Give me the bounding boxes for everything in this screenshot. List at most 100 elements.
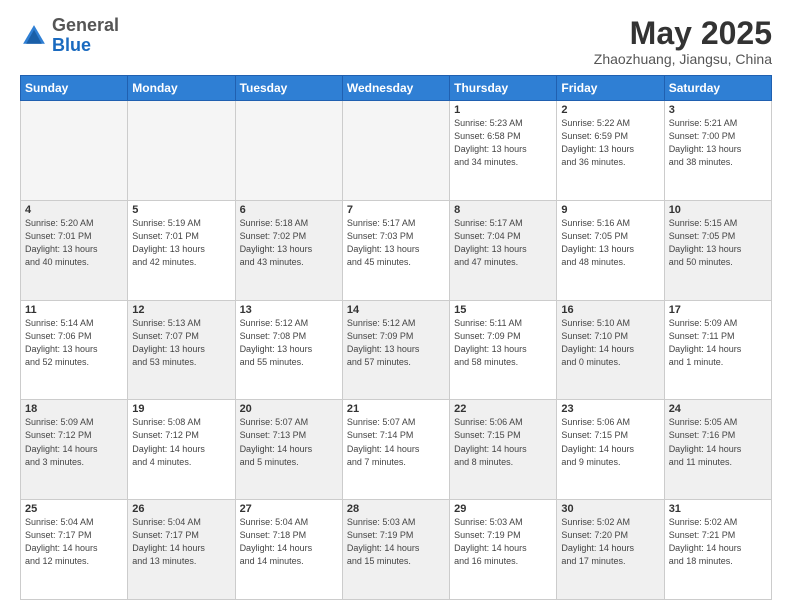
day-number: 1 [454, 104, 552, 116]
day-info: Sunrise: 5:03 AM Sunset: 7:19 PM Dayligh… [347, 516, 445, 568]
calendar-cell: 9Sunrise: 5:16 AM Sunset: 7:05 PM Daylig… [557, 200, 664, 300]
calendar-cell: 28Sunrise: 5:03 AM Sunset: 7:19 PM Dayli… [342, 500, 449, 600]
day-info: Sunrise: 5:07 AM Sunset: 7:14 PM Dayligh… [347, 416, 445, 468]
day-number: 2 [561, 104, 659, 116]
day-number: 14 [347, 304, 445, 316]
page: General Blue May 2025 Zhaozhuang, Jiangs… [0, 0, 792, 612]
weekday-header: Saturday [664, 76, 771, 101]
day-number: 6 [240, 204, 338, 216]
weekday-header: Friday [557, 76, 664, 101]
day-info: Sunrise: 5:12 AM Sunset: 7:09 PM Dayligh… [347, 317, 445, 369]
day-number: 18 [25, 403, 123, 415]
day-number: 31 [669, 503, 767, 515]
day-number: 7 [347, 204, 445, 216]
weekday-header: Tuesday [235, 76, 342, 101]
calendar-table: SundayMondayTuesdayWednesdayThursdayFrid… [20, 75, 772, 600]
day-info: Sunrise: 5:15 AM Sunset: 7:05 PM Dayligh… [669, 217, 767, 269]
day-number: 20 [240, 403, 338, 415]
calendar-cell [21, 101, 128, 201]
day-number: 24 [669, 403, 767, 415]
day-info: Sunrise: 5:02 AM Sunset: 7:20 PM Dayligh… [561, 516, 659, 568]
day-info: Sunrise: 5:23 AM Sunset: 6:58 PM Dayligh… [454, 117, 552, 169]
calendar-header-row: SundayMondayTuesdayWednesdayThursdayFrid… [21, 76, 772, 101]
day-number: 25 [25, 503, 123, 515]
calendar-cell: 27Sunrise: 5:04 AM Sunset: 7:18 PM Dayli… [235, 500, 342, 600]
day-info: Sunrise: 5:09 AM Sunset: 7:11 PM Dayligh… [669, 317, 767, 369]
day-info: Sunrise: 5:20 AM Sunset: 7:01 PM Dayligh… [25, 217, 123, 269]
day-info: Sunrise: 5:07 AM Sunset: 7:13 PM Dayligh… [240, 416, 338, 468]
day-number: 30 [561, 503, 659, 515]
day-info: Sunrise: 5:10 AM Sunset: 7:10 PM Dayligh… [561, 317, 659, 369]
day-number: 27 [240, 503, 338, 515]
calendar-cell: 14Sunrise: 5:12 AM Sunset: 7:09 PM Dayli… [342, 300, 449, 400]
calendar-week-row: 25Sunrise: 5:04 AM Sunset: 7:17 PM Dayli… [21, 500, 772, 600]
calendar-cell: 10Sunrise: 5:15 AM Sunset: 7:05 PM Dayli… [664, 200, 771, 300]
day-number: 3 [669, 104, 767, 116]
calendar-cell: 3Sunrise: 5:21 AM Sunset: 7:00 PM Daylig… [664, 101, 771, 201]
day-info: Sunrise: 5:03 AM Sunset: 7:19 PM Dayligh… [454, 516, 552, 568]
calendar-cell: 7Sunrise: 5:17 AM Sunset: 7:03 PM Daylig… [342, 200, 449, 300]
day-number: 11 [25, 304, 123, 316]
day-info: Sunrise: 5:13 AM Sunset: 7:07 PM Dayligh… [132, 317, 230, 369]
weekday-header: Thursday [450, 76, 557, 101]
calendar-cell: 23Sunrise: 5:06 AM Sunset: 7:15 PM Dayli… [557, 400, 664, 500]
day-number: 21 [347, 403, 445, 415]
day-number: 9 [561, 204, 659, 216]
weekday-header: Sunday [21, 76, 128, 101]
day-info: Sunrise: 5:14 AM Sunset: 7:06 PM Dayligh… [25, 317, 123, 369]
day-info: Sunrise: 5:04 AM Sunset: 7:17 PM Dayligh… [132, 516, 230, 568]
calendar-week-row: 1Sunrise: 5:23 AM Sunset: 6:58 PM Daylig… [21, 101, 772, 201]
day-number: 12 [132, 304, 230, 316]
calendar-cell: 5Sunrise: 5:19 AM Sunset: 7:01 PM Daylig… [128, 200, 235, 300]
day-number: 5 [132, 204, 230, 216]
day-info: Sunrise: 5:12 AM Sunset: 7:08 PM Dayligh… [240, 317, 338, 369]
calendar-cell: 19Sunrise: 5:08 AM Sunset: 7:12 PM Dayli… [128, 400, 235, 500]
calendar-cell: 21Sunrise: 5:07 AM Sunset: 7:14 PM Dayli… [342, 400, 449, 500]
calendar-cell: 13Sunrise: 5:12 AM Sunset: 7:08 PM Dayli… [235, 300, 342, 400]
calendar-cell: 12Sunrise: 5:13 AM Sunset: 7:07 PM Dayli… [128, 300, 235, 400]
month-year: May 2025 [594, 16, 772, 51]
day-info: Sunrise: 5:04 AM Sunset: 7:18 PM Dayligh… [240, 516, 338, 568]
day-number: 22 [454, 403, 552, 415]
calendar-cell: 4Sunrise: 5:20 AM Sunset: 7:01 PM Daylig… [21, 200, 128, 300]
calendar-cell: 15Sunrise: 5:11 AM Sunset: 7:09 PM Dayli… [450, 300, 557, 400]
day-info: Sunrise: 5:09 AM Sunset: 7:12 PM Dayligh… [25, 416, 123, 468]
calendar-cell: 26Sunrise: 5:04 AM Sunset: 7:17 PM Dayli… [128, 500, 235, 600]
day-info: Sunrise: 5:08 AM Sunset: 7:12 PM Dayligh… [132, 416, 230, 468]
calendar-cell: 29Sunrise: 5:03 AM Sunset: 7:19 PM Dayli… [450, 500, 557, 600]
calendar-week-row: 18Sunrise: 5:09 AM Sunset: 7:12 PM Dayli… [21, 400, 772, 500]
day-number: 29 [454, 503, 552, 515]
calendar-cell: 17Sunrise: 5:09 AM Sunset: 7:11 PM Dayli… [664, 300, 771, 400]
calendar-cell: 2Sunrise: 5:22 AM Sunset: 6:59 PM Daylig… [557, 101, 664, 201]
day-number: 8 [454, 204, 552, 216]
day-number: 28 [347, 503, 445, 515]
calendar-cell: 6Sunrise: 5:18 AM Sunset: 7:02 PM Daylig… [235, 200, 342, 300]
logo-blue-text: Blue [52, 35, 91, 55]
day-info: Sunrise: 5:18 AM Sunset: 7:02 PM Dayligh… [240, 217, 338, 269]
calendar-cell: 16Sunrise: 5:10 AM Sunset: 7:10 PM Dayli… [557, 300, 664, 400]
logo-icon [20, 22, 48, 50]
day-info: Sunrise: 5:22 AM Sunset: 6:59 PM Dayligh… [561, 117, 659, 169]
day-info: Sunrise: 5:19 AM Sunset: 7:01 PM Dayligh… [132, 217, 230, 269]
day-number: 15 [454, 304, 552, 316]
day-info: Sunrise: 5:04 AM Sunset: 7:17 PM Dayligh… [25, 516, 123, 568]
day-number: 19 [132, 403, 230, 415]
calendar-cell: 25Sunrise: 5:04 AM Sunset: 7:17 PM Dayli… [21, 500, 128, 600]
day-number: 4 [25, 204, 123, 216]
day-info: Sunrise: 5:21 AM Sunset: 7:00 PM Dayligh… [669, 117, 767, 169]
header: General Blue May 2025 Zhaozhuang, Jiangs… [20, 16, 772, 67]
calendar-cell: 18Sunrise: 5:09 AM Sunset: 7:12 PM Dayli… [21, 400, 128, 500]
calendar-cell [235, 101, 342, 201]
day-info: Sunrise: 5:05 AM Sunset: 7:16 PM Dayligh… [669, 416, 767, 468]
calendar-cell: 20Sunrise: 5:07 AM Sunset: 7:13 PM Dayli… [235, 400, 342, 500]
logo-general-text: General [52, 15, 119, 35]
day-number: 26 [132, 503, 230, 515]
logo-text: General Blue [52, 16, 119, 56]
day-number: 13 [240, 304, 338, 316]
day-number: 23 [561, 403, 659, 415]
day-info: Sunrise: 5:17 AM Sunset: 7:04 PM Dayligh… [454, 217, 552, 269]
calendar-cell: 24Sunrise: 5:05 AM Sunset: 7:16 PM Dayli… [664, 400, 771, 500]
weekday-header: Monday [128, 76, 235, 101]
day-info: Sunrise: 5:06 AM Sunset: 7:15 PM Dayligh… [454, 416, 552, 468]
day-info: Sunrise: 5:11 AM Sunset: 7:09 PM Dayligh… [454, 317, 552, 369]
